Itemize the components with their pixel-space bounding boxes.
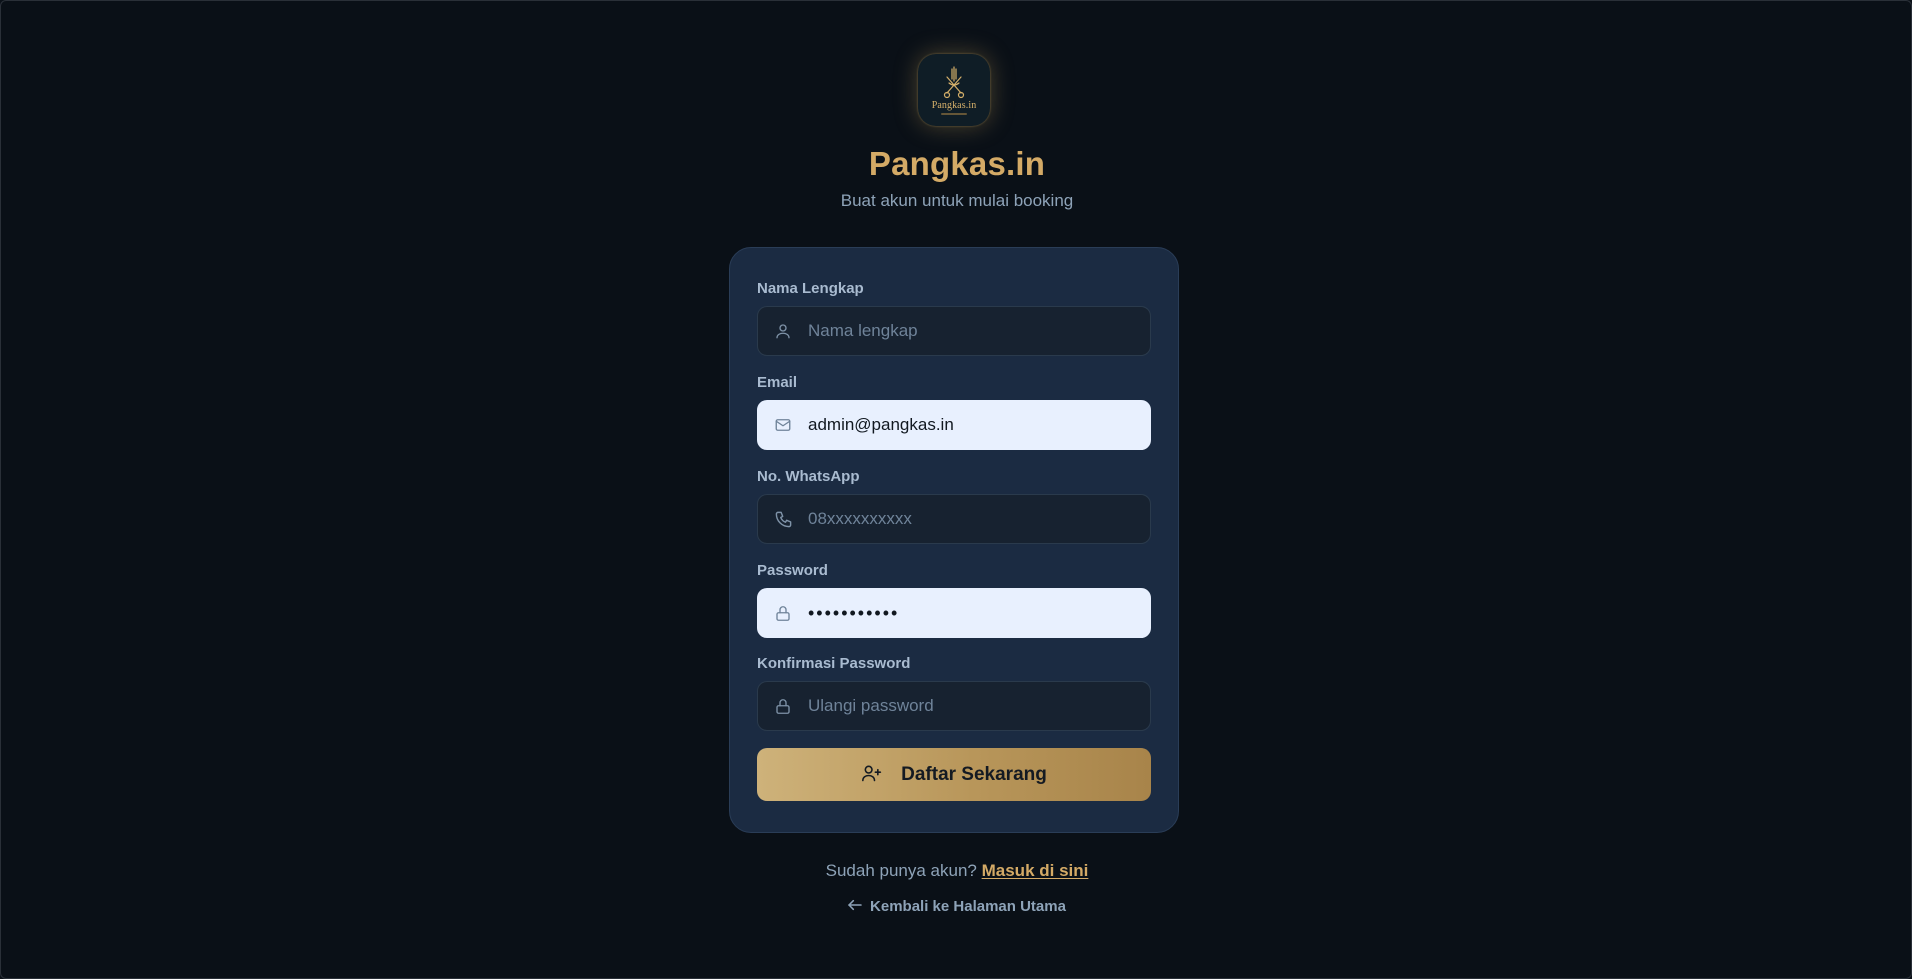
back-to-home-label: Kembali ke Halaman Utama (870, 898, 1066, 915)
user-icon (758, 307, 808, 355)
full-name-label: Nama Lengkap (757, 280, 864, 297)
page-subtitle: Buat akun untuk mulai booking (840, 191, 1074, 210)
signin-prompt-text: Sudah punya akun? (825, 861, 977, 880)
login-link[interactable]: Masuk di sini (982, 861, 1089, 880)
brand-logo: Pangkas.in (918, 54, 990, 126)
mail-icon (758, 401, 808, 449)
password-label: Password (757, 562, 828, 579)
whatsapp-input[interactable] (808, 495, 1150, 543)
lock-icon (758, 589, 808, 637)
back-to-home-link[interactable]: Kembali ke Halaman Utama (1, 898, 1912, 915)
email-field[interactable] (757, 400, 1151, 450)
lock-icon (758, 682, 808, 730)
scissors-comb-icon (943, 66, 965, 99)
phone-icon (758, 495, 808, 543)
password-input[interactable] (808, 589, 1150, 637)
logo-wordmark: Pangkas.in (931, 100, 977, 111)
whatsapp-label: No. WhatsApp (757, 468, 860, 485)
logo-tagline-mark (941, 113, 967, 115)
whatsapp-field[interactable] (757, 494, 1151, 544)
confirm-password-input[interactable] (808, 682, 1150, 730)
password-field[interactable] (757, 588, 1151, 638)
confirm-password-label: Konfirmasi Password (757, 655, 911, 672)
register-submit-label: Daftar Sekarang (901, 763, 1047, 785)
full-name-input[interactable] (808, 307, 1150, 355)
confirm-password-field[interactable] (757, 681, 1151, 731)
full-name-field[interactable] (757, 306, 1151, 356)
app-window: Pangkas.in Pangkas.in Buat akun untuk mu… (0, 0, 1912, 979)
register-submit-button[interactable]: Daftar Sekarang (757, 748, 1151, 801)
email-input[interactable] (808, 401, 1150, 449)
user-plus-icon (861, 763, 883, 786)
register-card: Nama Lengkap Email No. WhatsApp (729, 247, 1179, 833)
email-label: Email (757, 374, 798, 391)
brand-name: Pangkas.in (868, 145, 1046, 182)
arrow-left-icon (848, 898, 862, 915)
signin-prompt: Sudah punya akun? Masuk di sini (1, 861, 1912, 881)
